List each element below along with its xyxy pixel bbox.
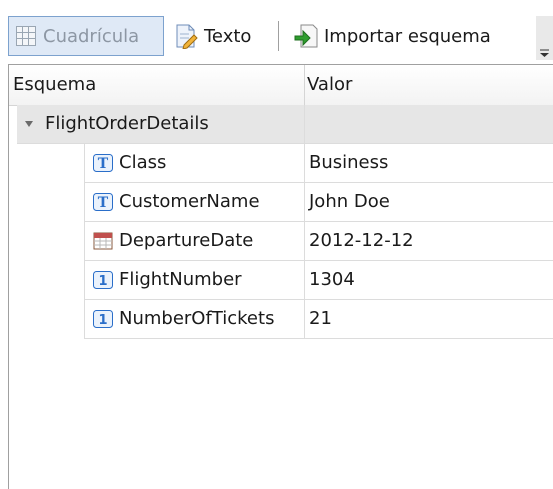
tree-row-root[interactable]: FlightOrderDetails	[9, 105, 553, 143]
indent-line	[84, 144, 85, 339]
svg-text:1: 1	[98, 313, 107, 328]
field-value[interactable]: Business	[305, 144, 553, 182]
toolbar-overflow-button[interactable]	[536, 16, 553, 60]
column-header-value[interactable]: Valor	[307, 65, 352, 105]
tree-row-field[interactable]: T Class Business	[9, 144, 553, 182]
grid-icon	[16, 26, 36, 46]
root-value-cell[interactable]	[305, 105, 553, 143]
column-divider[interactable]	[304, 65, 305, 105]
field-value[interactable]: 1304	[305, 261, 553, 299]
text-edit-icon	[176, 24, 198, 49]
schema-grid: Esquema Valor FlightOrderDetails T Class…	[8, 64, 553, 489]
tree-row-field[interactable]: 1 FlightNumber 1304	[9, 261, 553, 299]
tree-row-field[interactable]: 1 NumberOfTickets 21	[9, 300, 553, 338]
grid-header: Esquema Valor	[9, 65, 553, 106]
calendar-type-icon	[93, 232, 113, 250]
number-type-icon: 1	[93, 310, 113, 328]
import-schema-label: Importar esquema	[324, 25, 491, 47]
root-node-label: FlightOrderDetails	[45, 113, 209, 134]
number-type-icon: 1	[93, 271, 113, 289]
field-name: Class	[119, 152, 167, 173]
grid-view-button[interactable]: Cuadrícula	[8, 16, 164, 56]
toolbar: Cuadrícula Texto Importar esquema	[0, 0, 553, 64]
grid-view-label: Cuadrícula	[43, 25, 140, 47]
tree-row-field[interactable]: T CustomerName John Doe	[9, 183, 553, 221]
text-type-icon: T	[93, 154, 113, 172]
import-schema-button[interactable]: Importar esquema	[288, 16, 514, 56]
text-view-button[interactable]: Texto	[168, 16, 268, 56]
field-name: DepartureDate	[119, 230, 254, 251]
svg-text:1: 1	[98, 274, 107, 289]
row-divider	[85, 338, 553, 339]
field-schema-cell: DepartureDate	[85, 222, 304, 260]
text-type-icon: T	[93, 193, 113, 211]
toolbar-separator	[278, 21, 279, 51]
text-view-label: Texto	[204, 25, 252, 47]
field-schema-cell: T CustomerName	[85, 183, 304, 221]
import-icon	[294, 24, 318, 48]
column-divider	[304, 105, 305, 339]
field-schema-cell: 1 NumberOfTickets	[85, 300, 304, 338]
root-schema-cell: FlightOrderDetails	[17, 105, 304, 143]
field-schema-cell: 1 FlightNumber	[85, 261, 304, 299]
field-name: CustomerName	[119, 191, 260, 212]
tree-row-field[interactable]: DepartureDate 2012-12-12	[9, 222, 553, 260]
svg-text:T: T	[98, 156, 109, 172]
svg-text:T: T	[98, 195, 109, 211]
field-name: FlightNumber	[119, 269, 242, 290]
field-value[interactable]: 21	[305, 300, 553, 338]
field-schema-cell: T Class	[85, 144, 304, 182]
column-header-schema[interactable]: Esquema	[13, 65, 96, 105]
expand-arrow-icon[interactable]	[23, 119, 35, 129]
field-name: NumberOfTickets	[119, 308, 275, 329]
field-value[interactable]: John Doe	[305, 183, 553, 221]
field-value[interactable]: 2012-12-12	[305, 222, 553, 260]
chevron-down-icon	[536, 16, 553, 60]
